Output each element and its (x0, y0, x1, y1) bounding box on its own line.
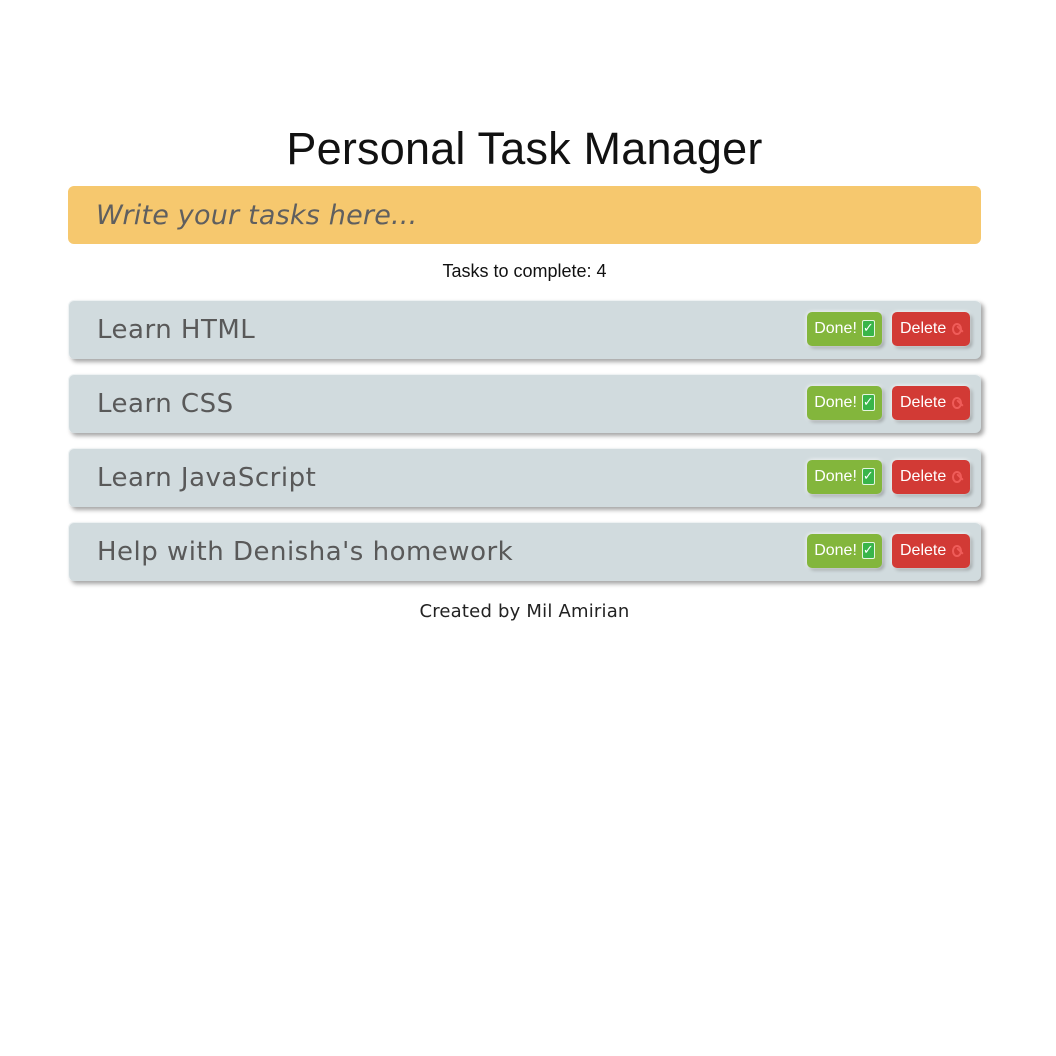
task-actions: Done! ✓ Delete (807, 533, 970, 568)
check-box-icon: ✓ (861, 394, 875, 411)
task-text: Learn CSS (97, 389, 234, 419)
done-button-label: Done! (814, 393, 857, 411)
delete-button-label: Delete (900, 467, 947, 485)
done-button[interactable]: Done! ✓ (807, 311, 882, 346)
done-button[interactable]: Done! ✓ (807, 533, 882, 568)
task-item-help-homework: Help with Denisha's homework Done! ✓ Del… (68, 522, 981, 581)
no-entry-icon (952, 470, 962, 483)
delete-button[interactable]: Delete (892, 385, 970, 420)
task-actions: Done! ✓ Delete (807, 385, 970, 420)
done-button-label: Done! (814, 319, 857, 337)
check-box-icon: ✓ (861, 320, 875, 337)
task-item-learn-html: Learn HTML Done! ✓ Delete (68, 300, 981, 359)
delete-button[interactable]: Delete (892, 459, 970, 494)
check-box-icon: ✓ (861, 468, 875, 485)
task-input[interactable] (68, 186, 981, 244)
delete-button-label: Delete (900, 393, 947, 411)
done-button-label: Done! (814, 467, 857, 485)
no-entry-icon (952, 544, 962, 557)
no-entry-icon (952, 396, 962, 409)
footer-credit: Created by Mil Amirian (419, 601, 630, 622)
done-button[interactable]: Done! ✓ (807, 459, 882, 494)
task-list: Learn HTML Done! ✓ Delete Learn CSS Done… (68, 300, 981, 581)
task-actions: Done! ✓ Delete (807, 311, 970, 346)
task-text: Help with Denisha's homework (97, 537, 514, 567)
task-item-learn-javascript: Learn JavaScript Done! ✓ Delete (68, 448, 981, 507)
task-actions: Done! ✓ Delete (807, 459, 970, 494)
tasks-to-complete-summary: Tasks to complete: 4 (68, 260, 981, 282)
delete-button-label: Delete (900, 319, 947, 337)
done-button[interactable]: Done! ✓ (807, 385, 882, 420)
tasks-to-complete-label: Tasks to complete: (442, 261, 597, 281)
no-entry-icon (952, 322, 962, 335)
task-text: Learn JavaScript (97, 463, 317, 493)
task-text: Learn HTML (97, 315, 256, 345)
task-manager-app: Personal Task Manager Tasks to complete:… (68, 118, 981, 624)
page-title: Personal Task Manager (286, 123, 763, 174)
delete-button[interactable]: Delete (892, 533, 970, 568)
task-item-learn-css: Learn CSS Done! ✓ Delete (68, 374, 981, 433)
done-button-label: Done! (814, 541, 857, 559)
tasks-to-complete-count: 4 (596, 261, 607, 281)
delete-button-label: Delete (900, 541, 947, 559)
delete-button[interactable]: Delete (892, 311, 970, 346)
check-box-icon: ✓ (861, 542, 875, 559)
